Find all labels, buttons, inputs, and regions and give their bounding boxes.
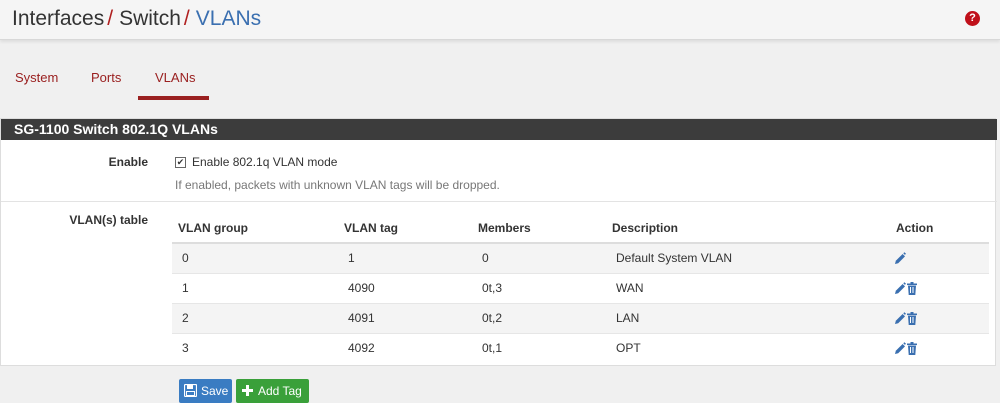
col-header-action: Action bbox=[890, 213, 989, 244]
plus-icon bbox=[242, 385, 253, 396]
cell-vlan-group: 1 bbox=[172, 272, 338, 303]
enable-help-text: If enabled, packets with unknown VLAN ta… bbox=[175, 178, 500, 192]
breadcrumb-switch[interactable]: Switch bbox=[119, 7, 181, 30]
vlan-table-body: 0 1 0 Default System VLAN 1 4090 0t,3 WAN 2 4091 0… bbox=[172, 242, 989, 363]
breadcrumb-vlans[interactable]: VLANs bbox=[196, 7, 261, 30]
add-tag-button[interactable]: Add Tag bbox=[236, 379, 309, 403]
cell-vlan-tag: 4090 bbox=[338, 272, 472, 303]
cell-vlan-group: 0 bbox=[172, 242, 338, 273]
enable-checkbox-label: Enable 802.1q VLAN mode bbox=[192, 155, 338, 169]
vlan-table-label: VLAN(s) table bbox=[69, 213, 148, 227]
cell-actions bbox=[890, 302, 989, 333]
edit-pencil-icon[interactable] bbox=[894, 251, 906, 265]
col-header-vlan-tag: VLAN tag bbox=[338, 213, 472, 244]
vlans-panel: SG-1100 Switch 802.1Q VLANs Enable ✔ Ena… bbox=[0, 118, 997, 366]
enable-vlan-checkbox[interactable]: ✔ bbox=[175, 157, 186, 168]
delete-trash-icon[interactable] bbox=[906, 311, 918, 326]
cell-vlan-group: 3 bbox=[172, 332, 338, 363]
col-header-vlan-group: VLAN group bbox=[172, 213, 338, 244]
enable-row: Enable ✔ Enable 802.1q VLAN mode If enab… bbox=[1, 140, 997, 202]
delete-trash-icon[interactable] bbox=[906, 281, 918, 296]
cell-description: WAN bbox=[606, 272, 890, 303]
tab-ports[interactable]: Ports bbox=[91, 70, 121, 85]
cell-vlan-tag: 1 bbox=[338, 242, 472, 273]
delete-trash-icon[interactable] bbox=[906, 341, 918, 356]
breadcrumb-interfaces[interactable]: Interfaces bbox=[12, 7, 104, 30]
cell-actions bbox=[890, 332, 989, 363]
cell-description: LAN bbox=[606, 302, 890, 333]
cell-vlan-tag: 4092 bbox=[338, 332, 472, 363]
enable-label: Enable bbox=[108, 155, 148, 169]
edit-pencil-icon[interactable] bbox=[894, 341, 906, 355]
cell-actions bbox=[890, 242, 989, 273]
save-button[interactable]: Save bbox=[179, 379, 232, 403]
save-button-label: Save bbox=[201, 384, 229, 398]
cell-members: 0t,2 bbox=[472, 302, 606, 333]
col-header-members: Members bbox=[472, 213, 606, 244]
vlan-table-row: VLAN(s) table VLAN group VLAN tag Member… bbox=[1, 203, 997, 365]
cell-vlan-tag: 4091 bbox=[338, 302, 472, 333]
page-header: Interfaces / Switch / VLANs ? bbox=[0, 0, 1000, 40]
edit-pencil-icon[interactable] bbox=[894, 311, 906, 325]
cell-vlan-group: 2 bbox=[172, 302, 338, 333]
cell-members: 0t,3 bbox=[472, 272, 606, 303]
help-icon[interactable]: ? bbox=[965, 11, 980, 26]
tab-vlans[interactable]: VLANs bbox=[155, 70, 195, 85]
active-tab-indicator bbox=[138, 96, 209, 100]
edit-pencil-icon[interactable] bbox=[894, 281, 906, 295]
cell-actions bbox=[890, 272, 989, 303]
breadcrumb: Interfaces / Switch / VLANs bbox=[12, 7, 261, 31]
table-row: 2 4091 0t,2 LAN bbox=[172, 302, 989, 333]
vlan-table: VLAN group VLAN tag Members Description … bbox=[172, 213, 989, 363]
panel-title: SG-1100 Switch 802.1Q VLANs bbox=[1, 119, 997, 140]
cell-members: 0 bbox=[472, 242, 606, 273]
breadcrumb-separator: / bbox=[183, 7, 190, 30]
col-header-description: Description bbox=[606, 213, 890, 244]
cell-members: 0t,1 bbox=[472, 332, 606, 363]
table-row: 1 4090 0t,3 WAN bbox=[172, 272, 989, 303]
add-tag-button-label: Add Tag bbox=[258, 384, 302, 398]
table-row: 3 4092 0t,1 OPT bbox=[172, 332, 989, 363]
cell-description: Default System VLAN bbox=[606, 242, 890, 273]
table-row: 0 1 0 Default System VLAN bbox=[172, 242, 989, 273]
breadcrumb-separator: / bbox=[107, 7, 114, 30]
cell-description: OPT bbox=[606, 332, 890, 363]
tab-system[interactable]: System bbox=[15, 70, 58, 85]
floppy-disk-icon bbox=[184, 384, 197, 397]
